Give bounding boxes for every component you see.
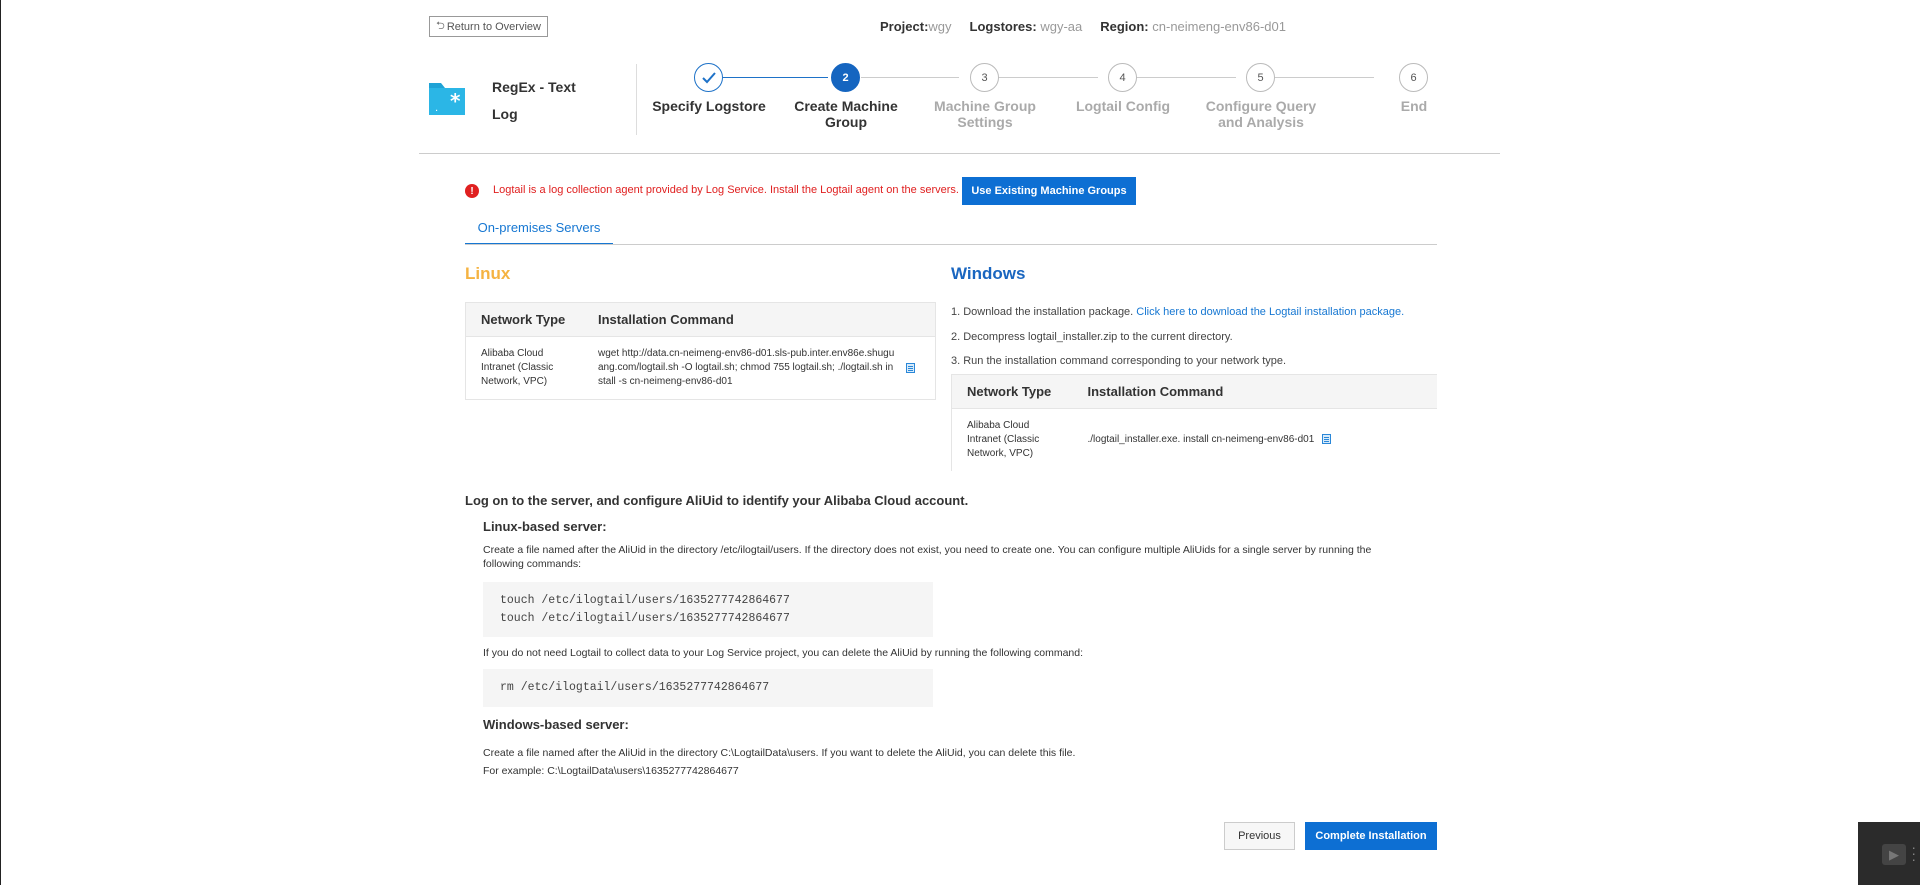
table-row: Alibaba Cloud Intranet (Classic Network,… bbox=[952, 409, 1438, 472]
previous-button[interactable]: Previous bbox=[1224, 822, 1295, 850]
copy-icon[interactable] bbox=[906, 363, 915, 373]
rm-command-block: rm /etc/ilogtail/users/1635277742864677 bbox=[483, 669, 933, 707]
windows-step-1: 1. Download the installation package. Cl… bbox=[951, 300, 1404, 325]
step-1-circle bbox=[694, 63, 723, 92]
more-icon: · · · bbox=[1911, 839, 1916, 867]
media-icon: ▶ bbox=[1882, 844, 1906, 865]
step-2-circle: 2 bbox=[831, 63, 860, 92]
step-6-circle: 6 bbox=[1399, 63, 1428, 92]
svg-text:.: . bbox=[435, 103, 438, 114]
delete-aliuid-description: If you do not need Logtail to collect da… bbox=[483, 647, 1084, 659]
wizard-steps: Specify Logstore 2 Create Machine Group … bbox=[652, 62, 1440, 132]
windows-server-heading: Windows-based server: bbox=[483, 717, 629, 732]
windows-col-network-type: Network Type bbox=[951, 374, 1073, 409]
windows-step-2: 2. Decompress logtail_installer.zip to t… bbox=[951, 330, 1233, 343]
left-window-edge bbox=[0, 0, 1, 885]
linux-server-heading: Linux-based server: bbox=[483, 519, 607, 534]
alert-message: Logtail is a log collection agent provid… bbox=[493, 184, 959, 196]
windows-server-description: Create a file named after the AliUid in … bbox=[483, 747, 1076, 759]
project-value: wgy bbox=[928, 19, 952, 34]
step-4-label: Logtail Config bbox=[1075, 98, 1171, 114]
project-info: Project:wgy bbox=[880, 19, 952, 34]
touch-command-1: touch /etc/ilogtail/users/16352777428646… bbox=[500, 594, 790, 607]
windows-steps: 1. Download the installation package. Cl… bbox=[951, 300, 1404, 374]
project-info-bar: Project:wgy Logstores: wgy-aa Region: cn… bbox=[880, 19, 1286, 34]
step-2-label: Create Machine Group bbox=[794, 98, 898, 130]
windows-heading: Windows bbox=[951, 264, 1026, 283]
step-connector-3 bbox=[999, 77, 1098, 78]
logstores-label: Logstores: bbox=[969, 19, 1037, 34]
step-3-label: Machine Group Settings bbox=[934, 98, 1036, 130]
log-type-title: RegEx - Text Log bbox=[492, 79, 576, 122]
return-label: Return to Overview bbox=[446, 20, 541, 33]
step-1-label: Specify Logstore bbox=[652, 98, 766, 114]
download-package-link[interactable]: Click here to download the Logtail insta… bbox=[1136, 306, 1404, 318]
step-3-circle: 3 bbox=[970, 63, 999, 92]
windows-install-table: Network Type Installation Command Alibab… bbox=[951, 374, 1437, 471]
complete-installation-button[interactable]: Complete Installation bbox=[1305, 822, 1437, 850]
return-to-overview-button[interactable]: ⮌ Return to Overview bbox=[429, 16, 548, 37]
use-existing-machine-groups-button[interactable]: Use Existing Machine Groups bbox=[962, 177, 1136, 205]
linux-network-cell: Alibaba Cloud Intranet (Classic Network,… bbox=[481, 348, 554, 387]
windows-server-example: For example: C:\LogtailData\users\163527… bbox=[483, 765, 739, 777]
svg-text:*: * bbox=[450, 89, 461, 113]
error-icon: ! bbox=[465, 184, 479, 198]
linux-col-install-command: Installation Command bbox=[583, 302, 936, 337]
step-6-label: End bbox=[1400, 98, 1428, 114]
table-row: Alibaba Cloud Intranet (Classic Network,… bbox=[466, 337, 936, 400]
windows-step-3: 3. Run the installation command correspo… bbox=[951, 355, 1287, 367]
touch-command-2: touch /etc/ilogtail/users/16352777428646… bbox=[500, 612, 790, 625]
linux-install-table: Network Type Installation Command Alibab… bbox=[465, 302, 936, 400]
step-connector-1 bbox=[723, 77, 828, 78]
region-info: Region: cn-neimeng-env86-d01 bbox=[1100, 19, 1286, 34]
linux-heading: Linux bbox=[465, 264, 511, 283]
step-4-circle: 4 bbox=[1108, 63, 1137, 92]
copy-icon[interactable] bbox=[1322, 434, 1332, 445]
return-icon: ⮌ bbox=[436, 20, 445, 32]
step-5-label: Configure Query and Analysis bbox=[1205, 98, 1317, 130]
windows-command-cell: ./logtail_installer.exe. install cn-neim… bbox=[1073, 409, 1438, 472]
touch-commands-block: touch /etc/ilogtail/users/16352777428646… bbox=[483, 582, 933, 637]
step-connector-5 bbox=[1275, 77, 1374, 78]
aliuid-heading: Log on to the server, and configure AliU… bbox=[465, 493, 969, 508]
linux-col-network-type: Network Type bbox=[465, 302, 583, 337]
windows-col-install-command: Installation Command bbox=[1072, 374, 1437, 409]
windows-command-text: ./logtail_installer.exe. install cn-neim… bbox=[1087, 434, 1315, 445]
step-connector-4 bbox=[1137, 77, 1236, 78]
header-divider bbox=[419, 153, 1500, 154]
step-connector-2 bbox=[861, 77, 959, 78]
windows-network-cell: Alibaba Cloud Intranet (Classic Network,… bbox=[967, 420, 1040, 459]
windows-step-1-text: 1. Download the installation package. bbox=[951, 306, 1137, 318]
logstores-info: Logstores: wgy-aa bbox=[970, 19, 1083, 34]
folder-regex-icon: * . bbox=[429, 83, 465, 115]
project-label: Project: bbox=[880, 19, 929, 34]
tab-on-premises-servers[interactable]: On-premises Servers bbox=[465, 218, 613, 245]
linux-command-cell: wget http://data.cn-neimeng-env86-d01.sl… bbox=[583, 337, 936, 400]
floating-widget[interactable]: ▶ · · · bbox=[1858, 822, 1920, 885]
step-5-circle: 5 bbox=[1246, 63, 1275, 92]
tab-divider bbox=[465, 244, 1437, 245]
linux-server-description: Create a file named after the AliUid in … bbox=[483, 544, 1372, 570]
linux-command-text: wget http://data.cn-neimeng-env86-d01.sl… bbox=[598, 348, 895, 387]
rm-command: rm /etc/ilogtail/users/1635277742864677 bbox=[500, 681, 770, 694]
region-label: Region: bbox=[1100, 19, 1149, 34]
title-divider bbox=[636, 64, 637, 135]
check-icon bbox=[701, 71, 716, 83]
region-value: cn-neimeng-env86-d01 bbox=[1152, 19, 1286, 34]
logstores-value: wgy-aa bbox=[1040, 19, 1083, 34]
